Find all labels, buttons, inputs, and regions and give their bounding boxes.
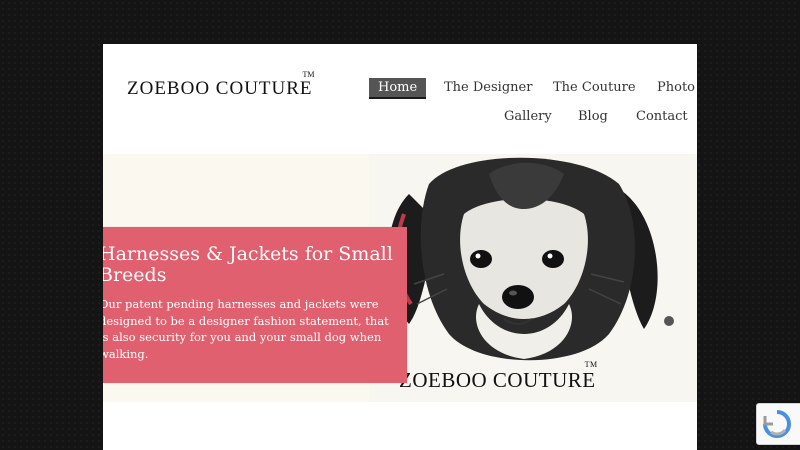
page-container: ZOEBOO COUTURE TM Home The Designer The … bbox=[103, 44, 697, 450]
nav-item-the-couture[interactable]: The Couture bbox=[553, 80, 636, 95]
nav-item-contact[interactable]: Contact bbox=[636, 109, 688, 124]
hero-title: Harnesses & Jackets for Small Breeds bbox=[103, 243, 393, 286]
nav-item-blog[interactable]: Blog bbox=[578, 109, 608, 124]
recaptcha-icon bbox=[763, 410, 791, 438]
image-brand-trademark: TM bbox=[584, 360, 598, 369]
nav-item-gallery[interactable]: Gallery bbox=[504, 109, 552, 124]
nav-item-photo[interactable]: Photo bbox=[657, 80, 695, 95]
recaptcha-badge[interactable] bbox=[756, 403, 800, 445]
hero-slider: ZOEBOO COUTURE TM Harnesses & Jackets fo… bbox=[103, 154, 697, 402]
dog-drawing bbox=[388, 157, 658, 361]
nav-item-the-designer[interactable]: The Designer bbox=[444, 80, 532, 95]
logo-text: ZOEBOO COUTURE bbox=[127, 78, 313, 99]
site-logo[interactable]: ZOEBOO COUTURE TM bbox=[127, 70, 315, 100]
image-brand-text: ZOEBOO COUTURE TM bbox=[399, 360, 598, 392]
dog-illustration: ZOEBOO COUTURE TM bbox=[369, 154, 697, 402]
slider-dot-indicator[interactable] bbox=[664, 316, 674, 326]
hero-caption-box: Harnesses & Jackets for Small Breeds Our… bbox=[103, 227, 407, 383]
logo-trademark: TM bbox=[302, 70, 315, 79]
nav-item-home[interactable]: Home bbox=[369, 78, 427, 99]
hero-description: Our patent pending harnesses and jackets… bbox=[103, 297, 389, 361]
